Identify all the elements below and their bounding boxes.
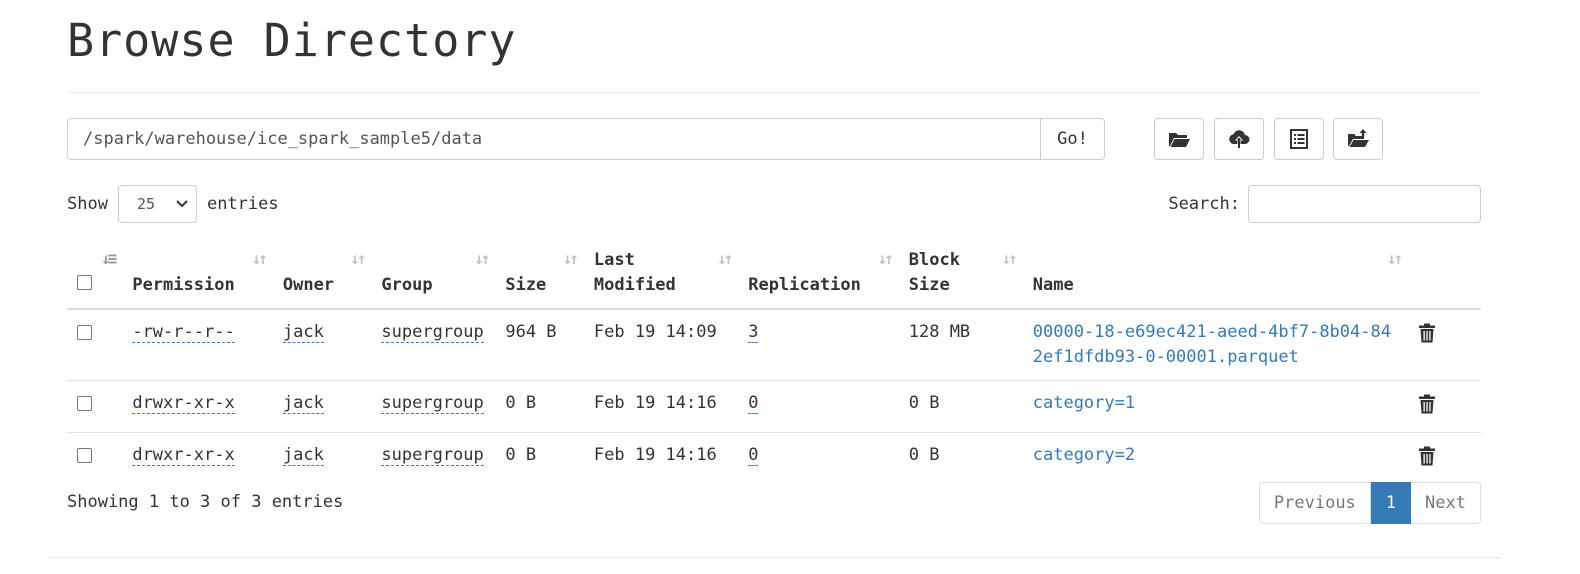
entries-label: entries — [206, 194, 279, 214]
sort-icon: ↓↑ — [877, 249, 893, 268]
sort-icon: ↓↑ — [251, 249, 268, 268]
row-checkbox[interactable] — [77, 396, 92, 411]
column-last-modified[interactable]: Last Modified ↓↑ — [583, 240, 739, 310]
column-size[interactable]: Size ↓↑ — [495, 240, 584, 310]
show-label: Show — [67, 194, 108, 214]
column-block-size[interactable]: Block Size ↓↑ — [898, 240, 1023, 310]
replication-cell[interactable]: 0 — [748, 445, 759, 466]
sort-icon: ↓↑ — [350, 249, 366, 268]
sort-icon: ↓↑ — [1001, 249, 1017, 268]
size-cell: 0 B — [495, 380, 584, 433]
row-checkbox[interactable] — [77, 325, 92, 340]
trash-icon[interactable] — [1418, 394, 1436, 414]
block-size-cell: 0 B — [898, 380, 1023, 433]
chevron-down-icon — [176, 200, 188, 208]
column-permission[interactable]: Permission ↓↑ — [122, 240, 273, 310]
column-actions — [1408, 240, 1481, 310]
permission-cell[interactable]: -rw-r--r-- — [132, 322, 235, 343]
file-table: ↓≡ Permission ↓↑ Owner ↓↑ Group ↓↑ Size ↓↑ L… — [67, 240, 1481, 484]
trash-icon[interactable] — [1418, 323, 1436, 343]
search-label: Search: — [1168, 194, 1240, 214]
bottom-divider — [48, 557, 1500, 558]
table-info: Showing 1 to 3 of 3 entries — [67, 492, 344, 512]
block-size-cell: 128 MB — [908, 322, 971, 342]
search-control: Search: — [1168, 185, 1481, 223]
table-header-row: ↓≡ Permission ↓↑ Owner ↓↑ Group ↓↑ Size ↓↑ L… — [67, 240, 1481, 310]
page-1-button[interactable]: 1 — [1370, 482, 1412, 524]
group-cell[interactable]: supergroup — [381, 393, 484, 414]
cloud-upload-icon — [1229, 130, 1250, 148]
page-length-control: Show 25 entries — [67, 185, 279, 223]
permission-cell[interactable]: drwxr-xr-x — [132, 445, 235, 466]
owner-cell[interactable]: jack — [282, 393, 324, 414]
sort-icon: ↓↑ — [474, 249, 490, 268]
page-length-select[interactable]: 25 — [117, 185, 197, 223]
cut-paste-button[interactable] — [1274, 118, 1324, 160]
row-checkbox[interactable] — [77, 448, 92, 463]
sort-icon: ↓↑ — [562, 249, 579, 268]
file-name-link[interactable]: category=2 — [1033, 445, 1135, 465]
owner-cell[interactable]: jack — [282, 322, 324, 343]
go-button[interactable]: Go! — [1041, 118, 1105, 160]
column-owner[interactable]: Owner ↓↑ — [272, 240, 372, 310]
group-cell[interactable]: supergroup — [381, 322, 484, 343]
table-row: drwxr-xr-x jack supergroup 0 B Feb 19 14… — [67, 380, 1481, 433]
folder-upload-icon — [1348, 129, 1369, 147]
list-alt-icon — [1290, 129, 1308, 149]
file-name-link[interactable]: 00000-18-e69ec421-aeed-4bf7-8b04-842ef1d… — [1033, 322, 1391, 367]
title-divider — [67, 92, 1481, 93]
block-size-cell: 0 B — [898, 432, 1023, 484]
group-cell[interactable]: supergroup — [381, 445, 484, 466]
size-cell: 964 B — [505, 322, 557, 342]
modified-cell: Feb 19 14:09 — [593, 322, 717, 342]
modified-cell: Feb 19 14:16 — [583, 432, 739, 484]
pagination: Previous 1 Next — [1258, 482, 1481, 524]
select-all-header[interactable]: ↓≡ — [67, 240, 123, 310]
next-page-button[interactable]: Next — [1411, 482, 1481, 524]
trash-icon[interactable] — [1418, 446, 1436, 466]
replication-cell[interactable]: 3 — [748, 322, 759, 343]
sort-asc-icon: ↓≡ — [101, 249, 117, 268]
path-bar: Go! — [67, 118, 1105, 160]
select-all-checkbox[interactable] — [77, 275, 92, 290]
path-input[interactable] — [67, 118, 1041, 160]
replication-cell[interactable]: 0 — [748, 393, 759, 414]
column-replication[interactable]: Replication ↓↑ — [738, 240, 899, 310]
page-title: Browse Directory — [67, 14, 517, 67]
upload-button[interactable] — [1214, 118, 1264, 160]
paste-button[interactable] — [1333, 118, 1383, 160]
file-name-link[interactable]: category=1 — [1033, 393, 1135, 413]
previous-page-button[interactable]: Previous — [1258, 482, 1371, 524]
folder-open-icon — [1169, 133, 1190, 147]
sort-icon: ↓↑ — [716, 249, 733, 268]
size-cell: 0 B — [495, 432, 584, 484]
modified-cell: Feb 19 14:16 — [583, 380, 739, 433]
column-name[interactable]: Name ↓↑ — [1022, 240, 1409, 310]
permission-cell[interactable]: drwxr-xr-x — [132, 393, 235, 414]
create-directory-button[interactable] — [1154, 118, 1204, 160]
table-row: drwxr-xr-x jack supergroup 0 B Feb 19 14… — [67, 432, 1481, 484]
table-row: -rw-r--r-- jack supergroup 964 B Feb 19 … — [67, 309, 1481, 381]
sort-icon: ↓↑ — [1386, 249, 1403, 268]
owner-cell[interactable]: jack — [282, 445, 324, 466]
column-group[interactable]: Group ↓↑ — [371, 240, 496, 310]
search-input[interactable] — [1248, 185, 1481, 223]
page-length-value: 25 — [136, 195, 156, 213]
